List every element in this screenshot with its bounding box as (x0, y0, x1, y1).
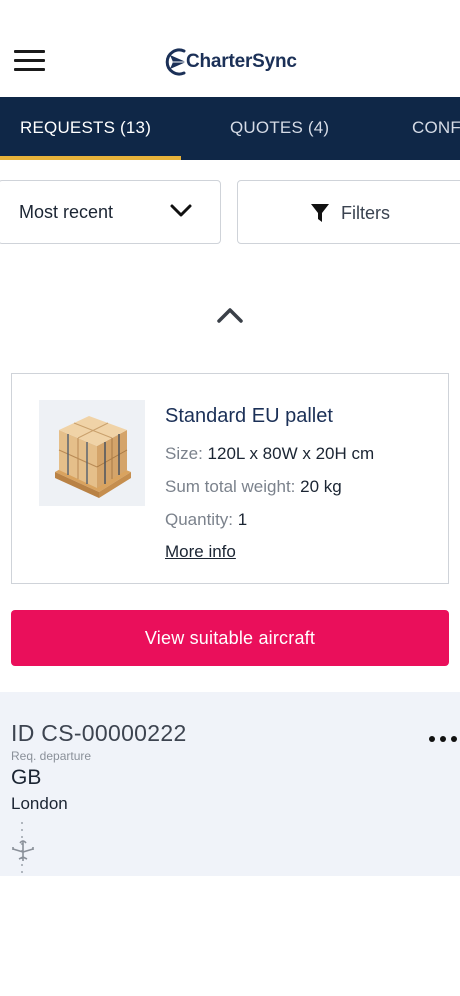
hamburger-menu-icon[interactable] (14, 48, 46, 74)
tab-quotes[interactable]: QUOTES (4) (230, 97, 329, 160)
size-label: Size: (165, 444, 203, 463)
request-id: ID CS-00000222 (11, 720, 187, 746)
chevron-up-icon[interactable] (216, 306, 244, 324)
app-logo[interactable]: CharterSync (162, 44, 297, 80)
weight-label: Sum total weight: (165, 477, 296, 496)
active-tab-indicator (0, 156, 181, 160)
cargo-weight-row: Sum total weight: 20 kg (165, 477, 342, 497)
request-list-item[interactable]: ID CS-00000222 Req. departure GB London (0, 692, 460, 878)
sort-selected-value: Most recent (19, 202, 114, 222)
app-header: CharterSync (0, 0, 460, 97)
quantity-label: Quantity: (165, 510, 234, 529)
cargo-card: Standard EU pallet Size: 120L x 80W x 20… (11, 373, 449, 584)
more-horizontal-icon[interactable] (427, 732, 459, 744)
pallet-boxes-icon (55, 416, 131, 498)
funnel-icon (311, 204, 329, 222)
more-info-link[interactable]: More info (165, 542, 236, 562)
filters-label: Filters (341, 203, 390, 223)
size-value: 120L x 80W x 20H cm (207, 444, 375, 463)
logo-text: CharterSync (186, 51, 297, 72)
quantity-value: 1 (237, 510, 248, 529)
sort-dropdown[interactable]: Most recent (0, 180, 221, 244)
pallet-image (39, 400, 145, 506)
tab-confirmed[interactable]: CONF (412, 97, 460, 160)
chevron-down-icon (170, 204, 192, 217)
airplane-icon (12, 840, 34, 861)
cargo-title: Standard EU pallet (165, 405, 333, 427)
departure-city: London (11, 794, 68, 813)
weight-value: 20 kg (300, 477, 342, 496)
cargo-size-row: Size: 120L x 80W x 20H cm (165, 444, 374, 464)
departure-label: Req. departure (11, 749, 92, 763)
cargo-quantity-row: Quantity: 1 (165, 510, 247, 530)
departure-country: GB (11, 766, 42, 789)
filters-button[interactable]: Filters (237, 180, 460, 244)
view-suitable-aircraft-button[interactable]: View suitable aircraft (11, 610, 449, 666)
tab-bar: REQUESTS (13) QUOTES (4) CONF (0, 97, 460, 160)
tab-requests[interactable]: REQUESTS (13) (20, 97, 151, 160)
